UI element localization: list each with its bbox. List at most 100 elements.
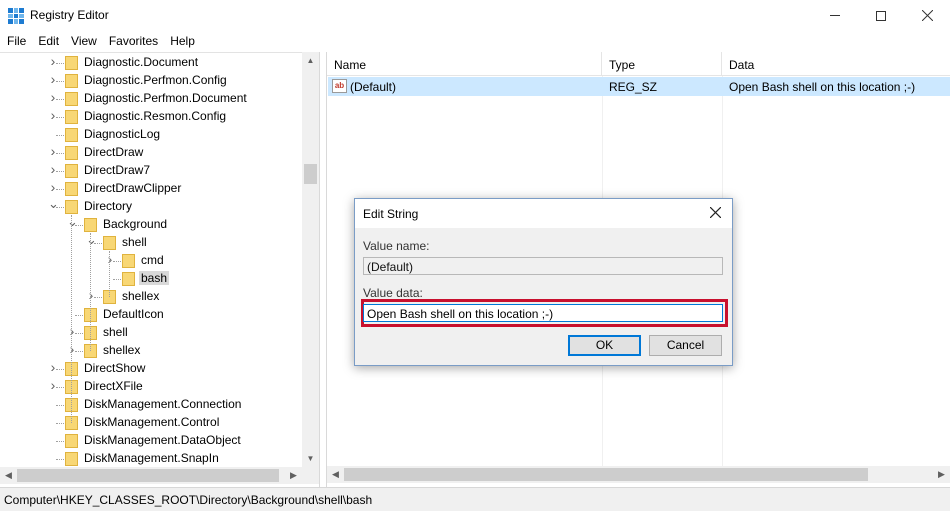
- scroll-thumb[interactable]: [304, 164, 317, 184]
- chevron-right-icon[interactable]: ›: [67, 342, 77, 356]
- chevron-right-icon[interactable]: ›: [48, 144, 58, 158]
- tree-item-label: shellex: [122, 289, 160, 303]
- tree-item[interactable]: DiagnosticLog: [0, 126, 300, 144]
- tree-item[interactable]: › Diagnostic.Resmon.Config: [0, 108, 300, 126]
- menu-edit[interactable]: Edit: [31, 31, 59, 51]
- tree-connector: [56, 117, 64, 118]
- tree-connector: [56, 423, 64, 424]
- menu-help[interactable]: Help: [163, 31, 195, 51]
- tree-connector: [56, 369, 64, 370]
- tree-item[interactable]: ⌄ Background: [0, 215, 300, 234]
- minimize-icon: [830, 15, 840, 16]
- folder-icon: [64, 415, 80, 430]
- tree-connector: [56, 63, 64, 64]
- folder-icon: [64, 451, 80, 466]
- chevron-right-icon[interactable]: ›: [67, 324, 77, 338]
- menu-view[interactable]: View: [64, 31, 97, 51]
- tree-item[interactable]: › DirectDraw7: [0, 162, 300, 180]
- chevron-right-icon[interactable]: ›: [48, 108, 58, 122]
- folder-icon: [64, 163, 80, 178]
- chevron-right-icon[interactable]: ›: [48, 90, 58, 104]
- scroll-left-icon[interactable]: ◀: [327, 466, 344, 483]
- chevron-right-icon[interactable]: ›: [48, 162, 58, 176]
- tree-item-label: DiskManagement.Control: [84, 415, 220, 429]
- tree-item[interactable]: DiskManagement.SnapIn: [0, 450, 300, 468]
- tree-item-label: DiskManagement.Connection: [84, 397, 242, 411]
- tree-connector: [90, 233, 91, 351]
- tree-item[interactable]: › Diagnostic.Perfmon.Config: [0, 72, 300, 90]
- menu-favorites[interactable]: Favorites: [102, 31, 158, 51]
- chevron-right-icon[interactable]: ›: [48, 180, 58, 194]
- maximize-button[interactable]: [858, 0, 904, 31]
- tree-item[interactable]: › shell: [0, 324, 300, 342]
- scroll-thumb[interactable]: [344, 468, 868, 481]
- menu-bar: File Edit View Favorites Help: [0, 31, 950, 51]
- tree-item[interactable]: › shellex: [0, 342, 300, 360]
- ok-button[interactable]: OK: [568, 335, 641, 356]
- value-name-label: Value name:: [363, 239, 430, 253]
- tree-item[interactable]: DefaultIcon: [0, 306, 300, 324]
- title-bar: Registry Editor: [0, 0, 950, 31]
- tree-item[interactable]: DiskManagement.DataObject: [0, 432, 300, 450]
- chevron-right-icon[interactable]: ›: [48, 54, 58, 68]
- chevron-down-icon[interactable]: ⌄: [86, 233, 97, 247]
- tree-item[interactable]: › cmd: [0, 252, 300, 270]
- scroll-right-icon[interactable]: ▶: [933, 466, 950, 483]
- tree-item[interactable]: › Diagnostic.Perfmon.Document: [0, 90, 300, 108]
- scroll-left-icon[interactable]: ◀: [0, 467, 17, 484]
- chevron-down-icon[interactable]: ⌄: [67, 215, 78, 229]
- chevron-down-icon[interactable]: ⌄: [48, 197, 59, 211]
- tree-connector: [56, 207, 64, 208]
- tree-item[interactable]: › DirectXFile: [0, 378, 300, 396]
- tree-connector: [75, 351, 83, 352]
- pane-splitter[interactable]: [319, 52, 326, 487]
- tree-item-label: DirectDraw: [84, 145, 144, 159]
- scroll-thumb[interactable]: [17, 469, 279, 482]
- tree-horizontal-scrollbar[interactable]: ◀ ▶: [0, 467, 302, 484]
- value-name-field[interactable]: (Default): [363, 257, 723, 275]
- scrollbar-corner: [302, 467, 319, 484]
- close-icon: [709, 206, 721, 219]
- list-header: Name Type Data: [327, 52, 950, 76]
- value-data-field[interactable]: Open Bash shell on this location ;-): [363, 304, 723, 322]
- tree-item[interactable]: › shellex: [0, 288, 300, 306]
- tree-item[interactable]: › DirectShow: [0, 360, 300, 378]
- column-type-header[interactable]: Type: [602, 52, 722, 76]
- tree-item[interactable]: › Diagnostic.Document: [0, 54, 300, 72]
- tree-connector: [56, 153, 64, 154]
- cancel-button[interactable]: Cancel: [649, 335, 722, 356]
- column-data-header[interactable]: Data: [722, 52, 950, 76]
- edit-string-dialog: Edit String Value name: (Default) Value …: [354, 198, 733, 366]
- scroll-down-icon[interactable]: ▼: [302, 450, 319, 467]
- list-row-default[interactable]: ab (Default) REG_SZ Open Bash shell on t…: [328, 77, 950, 96]
- tree-item[interactable]: › DirectDraw: [0, 144, 300, 162]
- tree-item[interactable]: ⌄ shell: [0, 233, 300, 252]
- tree-item[interactable]: DiskManagement.Control: [0, 414, 300, 432]
- chevron-right-icon[interactable]: ›: [105, 252, 115, 266]
- tree-connector: [56, 81, 64, 82]
- tree-item[interactable]: ⌄ Directory: [0, 197, 300, 216]
- folder-icon: [64, 397, 80, 412]
- tree-item[interactable]: › DirectDrawClipper: [0, 180, 300, 198]
- tree-connector: [56, 171, 64, 172]
- close-button[interactable]: [904, 0, 950, 31]
- tree-item-label: Diagnostic.Document: [84, 55, 199, 69]
- chevron-right-icon[interactable]: ›: [48, 72, 58, 86]
- registry-tree[interactable]: › Diagnostic.Document › Diagnostic.Perfmon.…: [0, 52, 319, 487]
- tree-connector: [75, 333, 83, 334]
- column-name-header[interactable]: Name: [327, 52, 602, 76]
- tree-connector: [109, 251, 110, 297]
- dialog-close-button[interactable]: [704, 202, 726, 224]
- folder-icon: [102, 289, 118, 304]
- scroll-up-icon[interactable]: ▲: [302, 52, 319, 69]
- chevron-right-icon[interactable]: ›: [86, 288, 96, 302]
- list-horizontal-scrollbar[interactable]: ◀ ▶: [327, 466, 950, 483]
- tree-item[interactable]: bash: [0, 270, 300, 288]
- tree-vertical-scrollbar[interactable]: ▲ ▼: [302, 52, 319, 467]
- chevron-right-icon[interactable]: ›: [48, 360, 58, 374]
- tree-item[interactable]: DiskManagement.Connection: [0, 396, 300, 414]
- chevron-right-icon[interactable]: ›: [48, 378, 58, 392]
- scroll-right-icon[interactable]: ▶: [285, 467, 302, 484]
- minimize-button[interactable]: [812, 0, 858, 31]
- menu-file[interactable]: File: [0, 31, 26, 51]
